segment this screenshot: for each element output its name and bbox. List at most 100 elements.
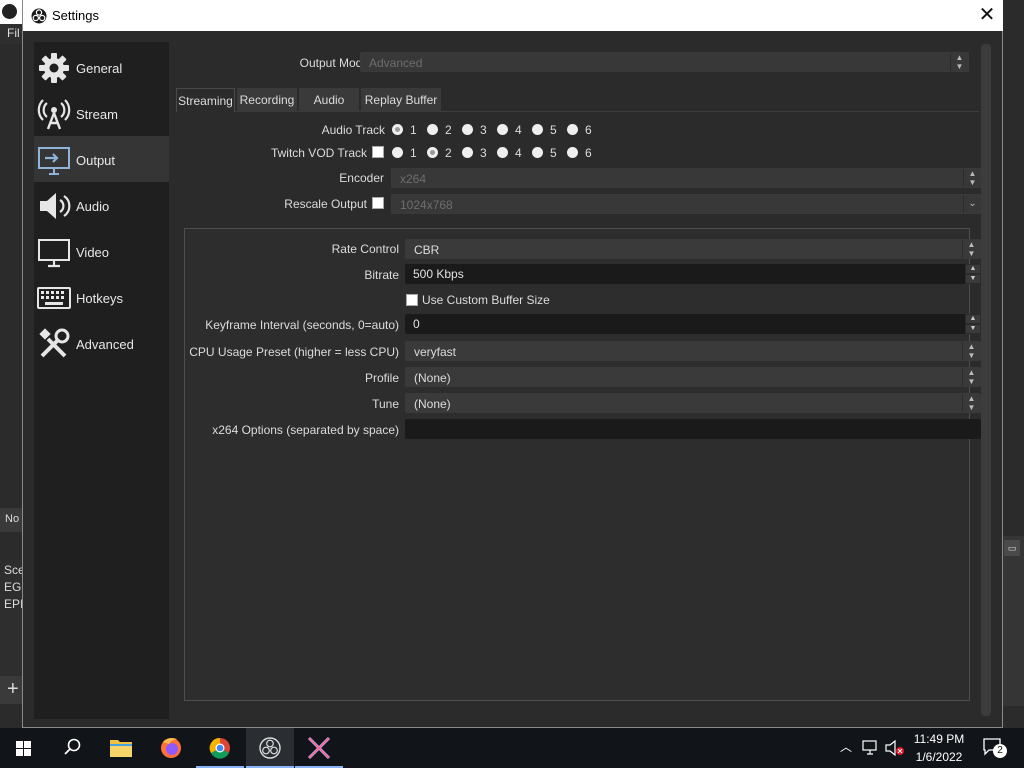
audio-track-radio-4[interactable] bbox=[497, 124, 508, 135]
cpu-preset-select[interactable]: veryfast ▲ ▼ bbox=[405, 341, 981, 361]
obs-scenes-list: Sce EGC EPI bbox=[0, 560, 22, 680]
speaker-icon bbox=[40, 193, 71, 219]
audio-track-num: 5 bbox=[550, 123, 557, 137]
settings-sidebar: General Stream Output Audio Video Hotkey… bbox=[34, 42, 169, 719]
list-item[interactable]: EPI bbox=[4, 596, 22, 613]
obs-taskbar-button[interactable] bbox=[246, 728, 294, 768]
twitch-vod-radio-3[interactable] bbox=[462, 147, 473, 158]
firefox-icon bbox=[161, 738, 181, 758]
x264-options-label: x264 Options (separated by space) bbox=[212, 423, 399, 437]
audio-track-radio-5[interactable] bbox=[532, 124, 543, 135]
notification-center-button[interactable]: 2 bbox=[982, 736, 1008, 760]
audio-track-radio-1[interactable] bbox=[392, 124, 403, 135]
tune-select[interactable]: (None) ▲ ▼ bbox=[405, 393, 981, 413]
x264-options-input[interactable] bbox=[405, 419, 981, 439]
tools-icon bbox=[39, 328, 70, 358]
obs-logo-icon bbox=[31, 8, 47, 24]
audio-track-radio-2[interactable] bbox=[427, 124, 438, 135]
profile-select[interactable]: (None) ▲ ▼ bbox=[405, 367, 981, 387]
keyframe-interval-input[interactable]: 0 ▲ ▼ bbox=[405, 314, 981, 334]
audio-track-radio-6[interactable] bbox=[567, 124, 578, 135]
audio-track-radio-3[interactable] bbox=[462, 124, 473, 135]
cpu-preset-label: CPU Usage Preset (higher = less CPU) bbox=[189, 345, 399, 359]
dock-float-icon[interactable]: ▭ bbox=[1004, 540, 1020, 556]
file-explorer-button[interactable] bbox=[97, 728, 145, 768]
encoder-select[interactable]: x264 ▲ ▼ bbox=[391, 168, 982, 188]
encoder-value: x264 bbox=[400, 172, 427, 186]
twitch-vod-radio-6[interactable] bbox=[567, 147, 578, 158]
tab-audio[interactable]: Audio bbox=[299, 88, 359, 112]
twitch-vod-label: Twitch VOD Track bbox=[270, 146, 367, 160]
output-tabs: Streaming Recording Audio Replay Buffer bbox=[176, 88, 979, 112]
obs-menu-file[interactable]: Fil bbox=[0, 24, 22, 44]
obs-controls-panel bbox=[1002, 536, 1024, 706]
custom-buffer-checkbox[interactable] bbox=[406, 294, 418, 306]
rescale-output-checkbox[interactable] bbox=[372, 197, 384, 209]
bitrate-value: 500 Kbps bbox=[413, 267, 464, 281]
custom-buffer-label: Use Custom Buffer Size bbox=[422, 293, 550, 307]
keyframe-stepper[interactable]: ▲ ▼ bbox=[965, 314, 981, 334]
output-mode-value: Advanced bbox=[369, 56, 423, 70]
profile-label: Profile bbox=[364, 371, 399, 385]
twitch-vod-radio-4[interactable] bbox=[497, 147, 508, 158]
settings-scrollbar[interactable] bbox=[981, 44, 991, 716]
volume-muted-icon[interactable] bbox=[885, 740, 905, 756]
list-item[interactable]: EGC bbox=[4, 579, 22, 596]
rescale-output-label: Rescale Output bbox=[284, 197, 367, 211]
encoder-label: Encoder bbox=[339, 171, 384, 185]
twitch-vod-radio-2[interactable] bbox=[427, 147, 438, 158]
settings-dialog: Settings ✕ General Stream Output Audio V… bbox=[22, 0, 1003, 728]
sidebar-item-output[interactable]: Output bbox=[34, 136, 169, 182]
output-mode-select[interactable]: Advanced ▲ ▼ bbox=[360, 52, 969, 72]
sidebar-item-label: General bbox=[76, 61, 123, 76]
audio-track-num: 1 bbox=[410, 123, 417, 137]
twitch-vod-checkbox[interactable] bbox=[372, 146, 384, 158]
list-item[interactable]: Sce bbox=[4, 562, 22, 579]
network-icon[interactable] bbox=[862, 740, 880, 756]
show-hidden-icons-button[interactable]: ︿ bbox=[838, 738, 854, 758]
chrome-button[interactable] bbox=[196, 728, 244, 768]
sidebar-item-stream[interactable]: Stream bbox=[34, 90, 169, 136]
monitor-output-icon bbox=[38, 147, 70, 175]
search-icon bbox=[64, 738, 81, 755]
keyframe-interval-label: Keyframe Interval (seconds, 0=auto) bbox=[205, 318, 399, 332]
chevron-up-icon[interactable]: ▲ bbox=[965, 264, 981, 274]
sidebar-item-general[interactable]: General bbox=[34, 44, 169, 90]
sidebar-item-advanced[interactable]: Advanced bbox=[34, 320, 169, 366]
twitch-vod-num: 1 bbox=[410, 146, 417, 160]
sidebar-item-hotkeys[interactable]: Hotkeys bbox=[34, 274, 169, 320]
chevron-up-down-icon: ▲ ▼ bbox=[962, 394, 980, 412]
sidebar-item-label: Output bbox=[76, 153, 116, 168]
tune-value: (None) bbox=[414, 397, 451, 411]
game-app-button[interactable] bbox=[295, 728, 343, 768]
sidebar-item-audio[interactable]: Audio bbox=[34, 182, 169, 228]
tab-recording[interactable]: Recording bbox=[237, 88, 297, 112]
audio-track-num: 3 bbox=[480, 123, 487, 137]
bitrate-label: Bitrate bbox=[364, 268, 399, 282]
twitch-vod-radio-1[interactable] bbox=[392, 147, 403, 158]
windows-taskbar: ︿ 11:49 PM 1/6/2022 2 bbox=[0, 728, 1024, 768]
chevron-down-icon[interactable]: ▼ bbox=[965, 274, 981, 284]
rescale-output-value: 1024x768 bbox=[400, 198, 453, 212]
rate-control-label: Rate Control bbox=[331, 242, 399, 256]
clock-date[interactable]: 1/6/2022 bbox=[908, 750, 970, 764]
audio-track-label: Audio Track bbox=[321, 123, 385, 137]
audio-track-num: 6 bbox=[585, 123, 592, 137]
rescale-output-select[interactable]: 1024x768 ⌄ bbox=[391, 194, 982, 214]
twitch-vod-radio-5[interactable] bbox=[532, 147, 543, 158]
sidebar-item-video[interactable]: Video bbox=[34, 228, 169, 274]
chevron-down-icon[interactable]: ▼ bbox=[965, 324, 981, 334]
clock-time[interactable]: 11:49 PM bbox=[908, 732, 970, 746]
encoder-settings-group bbox=[184, 228, 970, 701]
twitch-vod-num: 2 bbox=[445, 146, 452, 160]
chevron-up-icon[interactable]: ▲ bbox=[965, 314, 981, 324]
firefox-button[interactable] bbox=[147, 728, 195, 768]
start-button[interactable] bbox=[0, 728, 48, 768]
rate-control-select[interactable]: CBR ▲ ▼ bbox=[405, 239, 981, 259]
search-button[interactable] bbox=[48, 728, 96, 768]
bitrate-stepper[interactable]: ▲ ▼ bbox=[965, 264, 981, 284]
bitrate-input[interactable]: 500 Kbps ▲ ▼ bbox=[405, 264, 981, 284]
tab-replay-buffer[interactable]: Replay Buffer bbox=[361, 88, 441, 112]
close-button[interactable]: ✕ bbox=[971, 0, 1003, 31]
tab-streaming[interactable]: Streaming bbox=[176, 88, 235, 112]
